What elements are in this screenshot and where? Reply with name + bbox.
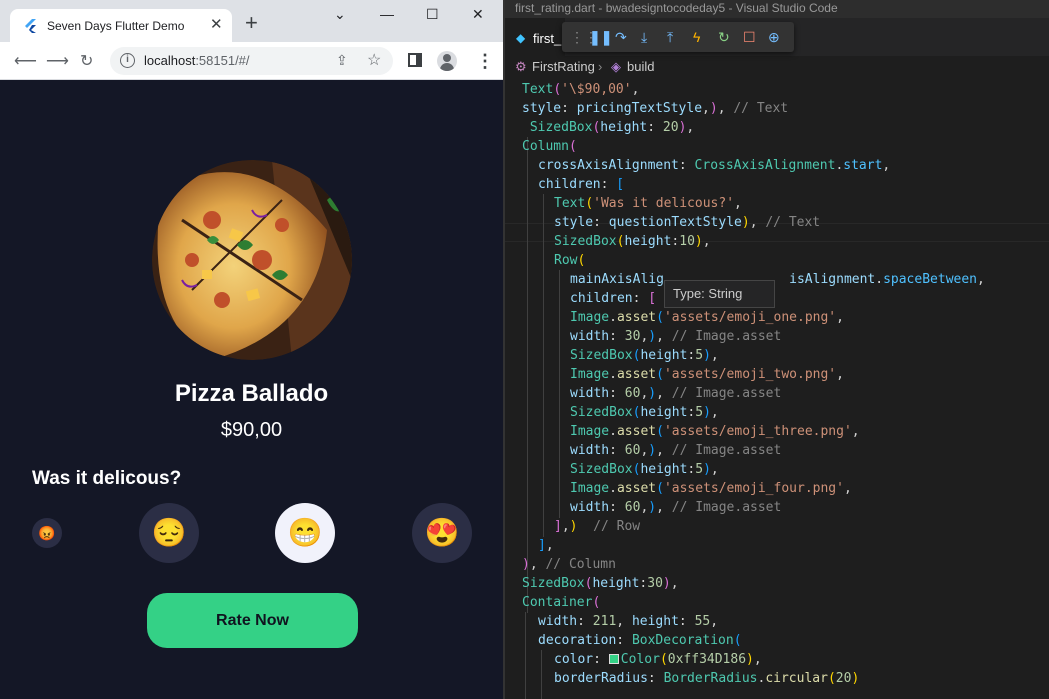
question-text: Was it delicous? (32, 468, 182, 489)
type-hover-tooltip: Type: String (664, 280, 775, 308)
breadcrumb-item-method[interactable]: build (627, 59, 654, 74)
restart-icon[interactable]: ↻ (718, 28, 730, 46)
code-line: SizedBox(height:5), (570, 405, 719, 420)
price: $90,00 (220, 419, 283, 441)
pizza-image (152, 160, 352, 360)
share-icon[interactable]: ⇪ (336, 52, 348, 69)
emoji-sad-button[interactable]: 😔 (139, 503, 199, 563)
code-line: Column( (522, 139, 577, 154)
code-line: color: Color(0xff34D186), (554, 652, 762, 667)
pause-icon[interactable]: ❚❚ (589, 28, 612, 46)
code-line: SizedBox(height:10), (554, 234, 711, 249)
tab-close-icon[interactable]: ✕ (210, 15, 223, 33)
code-line: SizedBox(height:5), (570, 348, 719, 363)
dish-name: Pizza Ballado (174, 380, 329, 407)
browser-tab[interactable]: Seven Days Flutter Demo ✕ (10, 9, 232, 42)
code-line: width: 211, height: 55, (538, 614, 719, 629)
happy-emoji-icon: 😁 (287, 517, 323, 548)
tab-title: Seven Days Flutter Demo (47, 19, 185, 33)
code-line: Image.asset('assets/emoji_three.png', (570, 424, 860, 439)
url-text[interactable]: localhost:58151/#/ (144, 53, 250, 68)
code-line: Text('\$90,00', (522, 82, 640, 97)
editor-tab-bar: ◆ first_ ⋮⋮ ❚❚ ↷ ⤓ ⤒ ϟ ↻ ☐ ⊕ (505, 18, 1049, 56)
code-line: borderRadius: BorderRadius.circular(20) (554, 671, 860, 686)
maximize-button[interactable]: ☐ (426, 6, 439, 23)
code-line: style: questionTextStyle), // Text (554, 215, 821, 230)
tooltip-value: String (708, 286, 743, 301)
dart-file-icon: ◆ (516, 31, 526, 45)
side-panel-icon[interactable] (408, 53, 422, 67)
vscode-titlebar: first_rating.dart - bwadesigntocodeday5 … (505, 0, 1049, 18)
browser-toolbar: ⟵ ⟶ ↻ i localhost:58151/#/ ⇪ ☆ ⋮ (0, 42, 503, 80)
code-line: ], (538, 538, 554, 553)
code-line: Row( (554, 253, 586, 268)
flutter-logo-icon (25, 19, 36, 33)
code-line: SizedBox(height:5), (570, 462, 719, 477)
forward-arrow-icon[interactable]: ⟶ (46, 51, 69, 71)
step-out-icon[interactable]: ⤒ (667, 28, 673, 46)
code-line: Image.asset('assets/emoji_one.png', (570, 310, 844, 325)
minimize-button[interactable]: — (380, 6, 394, 22)
breadcrumb-item-class[interactable]: FirstRating (532, 59, 595, 74)
step-over-icon[interactable]: ↷ (615, 28, 627, 46)
debug-toolbar: ⋮⋮ ❚❚ ↷ ⤓ ⤒ ϟ ↻ ☐ ⊕ (562, 22, 794, 52)
angry-emoji-icon: 😡 (38, 525, 56, 541)
code-line: Image.asset('assets/emoji_four.png', (570, 481, 852, 496)
window-title: first_rating.dart - bwadesigntocodeday5 … (515, 1, 838, 15)
code-editor[interactable]: Text('\$90,00', style: pricingTextStyle,… (505, 80, 1049, 699)
stop-icon[interactable]: ☐ (743, 28, 756, 46)
reload-icon[interactable]: ↻ (80, 51, 93, 71)
chevron-right-icon: › (598, 59, 603, 74)
code-line: children: [ (570, 291, 657, 306)
emoji-love-button[interactable]: 😍 (412, 503, 472, 563)
code-line: Image.asset('assets/emoji_two.png', (570, 367, 844, 382)
code-line: decoration: BoxDecoration( (538, 633, 742, 648)
flutter-app: Pizza Ballado $90,00 Was it delicous? 😡 … (0, 80, 503, 699)
address-bar[interactable]: i localhost:58151/#/ ⇪ ☆ (110, 47, 393, 75)
devtools-icon[interactable]: ⊕ (768, 28, 780, 46)
code-line: SizedBox(height:30), (522, 576, 679, 591)
back-arrow-icon[interactable]: ⟵ (14, 51, 37, 71)
code-line: width: 60,), // Image.asset (570, 386, 782, 401)
color-swatch[interactable] (608, 654, 619, 664)
close-window-button[interactable]: ✕ (472, 6, 484, 23)
file-tab[interactable]: ◆ first_ (505, 18, 565, 56)
code-line: ), // Column (522, 557, 616, 572)
love-emoji-icon: 😍 (424, 517, 460, 548)
avatar[interactable] (437, 51, 457, 71)
step-into-icon[interactable]: ⤓ (641, 28, 647, 46)
code-line: SizedBox(height: 20), (529, 120, 695, 135)
breadcrumb: ⚙ FirstRating › ◈ build (505, 56, 1049, 78)
code-line: width: 30,), // Image.asset (570, 329, 782, 344)
emoji-happy-button[interactable]: 😁 (275, 503, 335, 563)
emoji-angry-button[interactable]: 😡 (32, 518, 62, 548)
code-line: width: 60,), // Image.asset (570, 500, 782, 515)
code-line: ],) // Row (554, 519, 641, 534)
browser-window: Seven Days Flutter Demo ✕ + ⌄ — ☐ ✕ ⟵ ⟶ … (0, 0, 503, 699)
code-line: children: [ (538, 177, 625, 192)
info-icon[interactable]: i (120, 53, 135, 68)
code-line: style: pricingTextStyle,), // Text (522, 101, 789, 116)
code-line: width: 60,), // Image.asset (570, 443, 782, 458)
tooltip-label: Type: (673, 286, 705, 301)
tab-strip: Seven Days Flutter Demo ✕ + ⌄ — ☐ ✕ (0, 0, 503, 42)
code-line: crossAxisAlignment: CrossAxisAlignment.s… (538, 158, 891, 173)
new-tab-button[interactable]: + (245, 12, 258, 34)
rate-now-button[interactable]: Rate Now (147, 593, 358, 648)
sad-emoji-icon: 😔 (151, 517, 187, 548)
method-icon: ◈ (611, 59, 621, 74)
class-icon: ⚙ (515, 59, 527, 74)
menu-icon[interactable]: ⋮ (476, 51, 494, 72)
file-tab-name: first_ (533, 31, 562, 46)
code-line: Text('Was it delicous?', (554, 196, 742, 211)
code-line: Container( (522, 595, 601, 610)
hot-reload-icon[interactable]: ϟ (693, 28, 700, 46)
code-line: mainAxisAlig isAlignment.spaceBetween, (570, 272, 985, 287)
star-icon[interactable]: ☆ (367, 50, 381, 70)
vscode-window: first_rating.dart - bwadesigntocodeday5 … (503, 0, 1049, 699)
tab-search-dropdown-icon[interactable]: ⌄ (334, 6, 346, 23)
